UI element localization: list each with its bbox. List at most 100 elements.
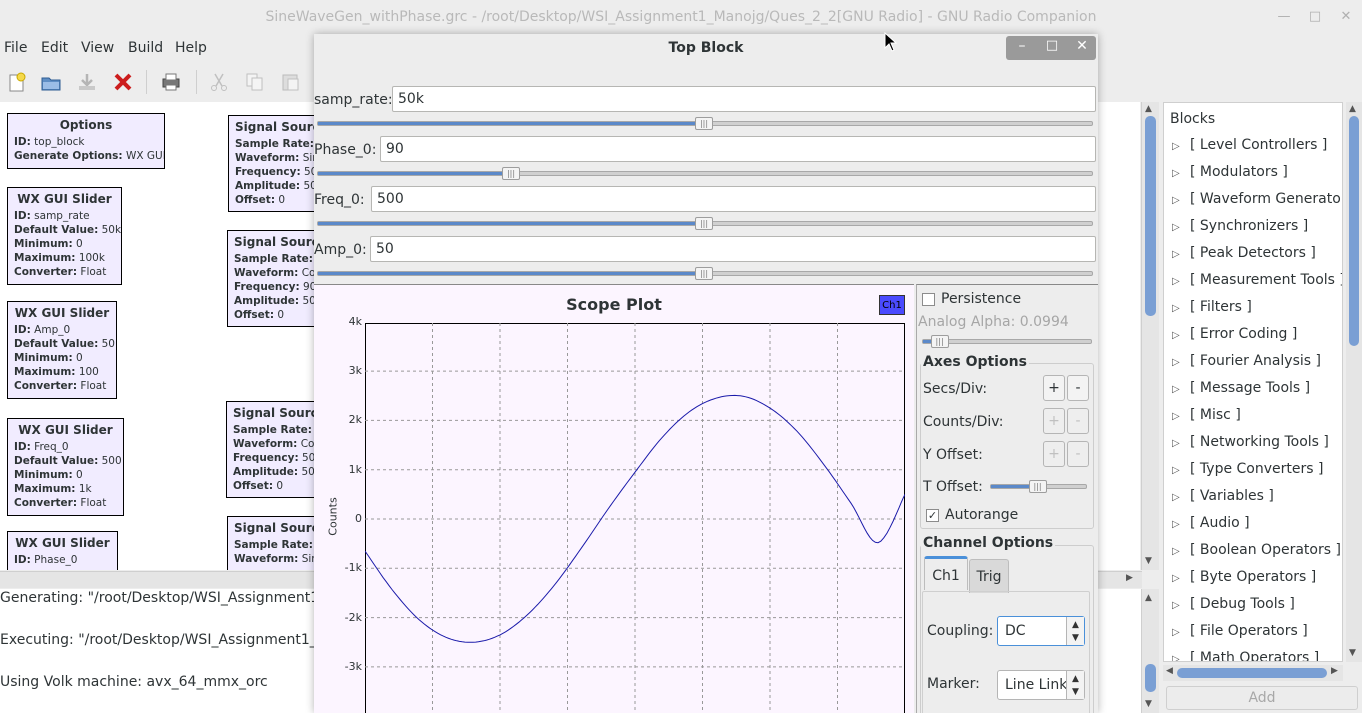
block-category[interactable]: ▷[ Math Operators ] [1172,650,1319,661]
block-category[interactable]: ▷[ Boolean Operators ] [1172,542,1341,558]
expander-icon[interactable]: ▷ [1172,627,1190,638]
copy-icon[interactable] [244,72,266,92]
block-category[interactable]: ▷[ Modulators ] [1172,164,1288,180]
menu-file[interactable]: File [4,40,27,56]
expander-icon[interactable]: ▷ [1172,519,1190,530]
menu-help[interactable]: Help [175,40,207,56]
slider-knob[interactable]: ||| [930,335,949,348]
samp-rate-input[interactable]: 50k [392,86,1096,112]
block-category[interactable]: ▷[ Variables ] [1172,488,1274,504]
expander-icon[interactable]: ▷ [1172,195,1190,206]
scroll-down-icon[interactable]: ▼ [1145,699,1152,709]
scroll-right-icon[interactable]: ▶ [1331,666,1338,676]
marker-select[interactable]: Line Link ▲ ▼ [997,670,1085,700]
menu-view[interactable]: View [81,40,114,56]
autorange-checkbox[interactable]: ✓ [926,509,939,522]
secs-div-minus-button[interactable]: - [1067,375,1089,401]
expander-icon[interactable]: ▷ [1172,492,1190,503]
scrollbar-thumb[interactable] [1145,116,1156,316]
expander-icon[interactable]: ▷ [1172,141,1190,152]
add-block-button[interactable]: Add [1166,686,1358,710]
secs-div-plus-button[interactable]: + [1043,375,1065,401]
tab-ch1[interactable]: Ch1 [924,556,968,590]
slider-knob[interactable]: ||| [695,217,713,230]
phase-input[interactable]: 90 [380,136,1096,162]
expander-icon[interactable]: ▷ [1172,465,1190,476]
t-offset-slider[interactable]: ||| [990,480,1087,493]
amp-input[interactable]: 50 [370,236,1096,262]
scroll-down-icon[interactable]: ▼ [1349,648,1356,658]
blocks-header[interactable]: Blocks [1170,111,1215,127]
slider-block-amp[interactable]: WX GUI Slider ID: Amp_0 Default Value: 5… [7,301,117,399]
phase-slider[interactable]: ||| [317,167,1093,180]
expander-icon[interactable]: ▷ [1172,654,1190,661]
expander-icon[interactable]: ▷ [1172,303,1190,314]
scroll-down-icon[interactable]: ▼ [1145,556,1152,566]
block-category[interactable]: ▷[ Peak Detectors ] [1172,245,1316,261]
expander-icon[interactable]: ▷ [1172,357,1190,368]
block-category[interactable]: ▷[ File Operators ] [1172,623,1308,639]
block-category[interactable]: ▷[ Synchronizers ] [1172,218,1308,234]
minimize-icon[interactable]: — [1276,9,1292,25]
block-category[interactable]: ▷[ Waveform Generators ] [1172,191,1342,207]
signal-source-block[interactable]: Signal Sourc Sample Rate: Waveform: Sir … [228,115,328,212]
persistence-checkbox[interactable] [922,293,935,306]
block-category[interactable]: ▷[ Debug Tools ] [1172,596,1295,612]
paste-icon[interactable] [280,72,302,92]
slider-knob[interactable]: ||| [502,167,520,180]
samp-rate-slider[interactable]: ||| [317,117,1093,130]
scrollbar-thumb[interactable] [1349,116,1359,346]
counts-div-plus-button[interactable]: + [1043,408,1065,434]
y-offset-minus-button[interactable]: - [1067,441,1089,467]
expander-icon[interactable]: ▷ [1172,546,1190,557]
new-icon[interactable] [6,72,28,92]
spin-arrows-icon[interactable]: ▲ ▼ [1066,671,1084,699]
coupling-select[interactable]: DC ▲ ▼ [997,616,1085,646]
slider-knob[interactable]: ||| [695,117,713,130]
scroll-right-icon[interactable]: ▶ [1126,573,1133,583]
amp-slider[interactable]: ||| [317,267,1093,280]
analog-alpha-slider[interactable]: ||| [922,335,1092,348]
minimize-icon[interactable]: – [1011,38,1033,54]
scroll-up-icon[interactable]: ▲ [1145,593,1152,603]
block-category[interactable]: ▷[ Level Controllers ] [1172,137,1327,153]
maximize-icon[interactable]: □ [1307,9,1323,25]
blocks-horizontal-scrollbar[interactable]: ◀ ▶ [1163,665,1343,681]
slider-block-samp-rate[interactable]: WX GUI Slider ID: samp_rate Default Valu… [7,187,122,285]
block-category[interactable]: ▷[ Byte Operators ] [1172,569,1316,585]
slider-knob[interactable]: ||| [1028,480,1047,493]
expander-icon[interactable]: ▷ [1172,384,1190,395]
block-category[interactable]: ▷[ Networking Tools ] [1172,434,1329,450]
block-category[interactable]: ▷[ Misc ] [1172,407,1241,423]
block-category[interactable]: ▷[ Type Converters ] [1172,461,1323,477]
expander-icon[interactable]: ▷ [1172,249,1190,260]
expander-icon[interactable]: ▷ [1172,276,1190,287]
slider-block-freq[interactable]: WX GUI Slider ID: Freq_0 Default Value: … [7,418,124,516]
cut-icon[interactable] [208,72,230,92]
slider-knob[interactable]: ||| [695,267,713,280]
open-icon[interactable] [40,72,62,92]
expander-icon[interactable]: ▷ [1172,411,1190,422]
slider-block-phase[interactable]: WX GUI Slider ID: Phase_0 [7,531,118,570]
block-category[interactable]: ▷[ Error Coding ] [1172,326,1297,342]
canvas-vertical-scrollbar[interactable]: ▲ ▼ [1141,102,1159,570]
expander-icon[interactable]: ▷ [1172,600,1190,611]
scroll-left-icon[interactable]: ◀ [1166,666,1173,676]
expander-icon[interactable]: ▷ [1172,438,1190,449]
scroll-up-icon[interactable]: ▲ [1349,104,1356,114]
options-block[interactable]: Options ID: top_block Generate Options: … [7,113,165,169]
tab-trig[interactable]: Trig [969,559,1009,593]
close-window-icon[interactable]: ✕ [1338,9,1354,25]
signal-source-block[interactable]: Signal Sourc Sample Rate: Waveform: Co F… [227,230,327,327]
scroll-up-icon[interactable]: ▲ [1145,104,1152,114]
freq-slider[interactable]: ||| [317,217,1093,230]
expander-icon[interactable]: ▷ [1172,222,1190,233]
close-icon[interactable] [112,72,134,92]
menu-edit[interactable]: Edit [41,40,68,56]
expander-icon[interactable]: ▷ [1172,330,1190,341]
expander-icon[interactable]: ▷ [1172,168,1190,179]
block-category[interactable]: ▷[ Message Tools ] [1172,380,1310,396]
scope-plot-area[interactable]: Scope Plot Ch1 Counts 4k 3k 2k 1k 0 -1k -2k -3k [314,284,914,713]
freq-input[interactable]: 500 [371,186,1096,212]
print-icon[interactable] [160,72,182,92]
